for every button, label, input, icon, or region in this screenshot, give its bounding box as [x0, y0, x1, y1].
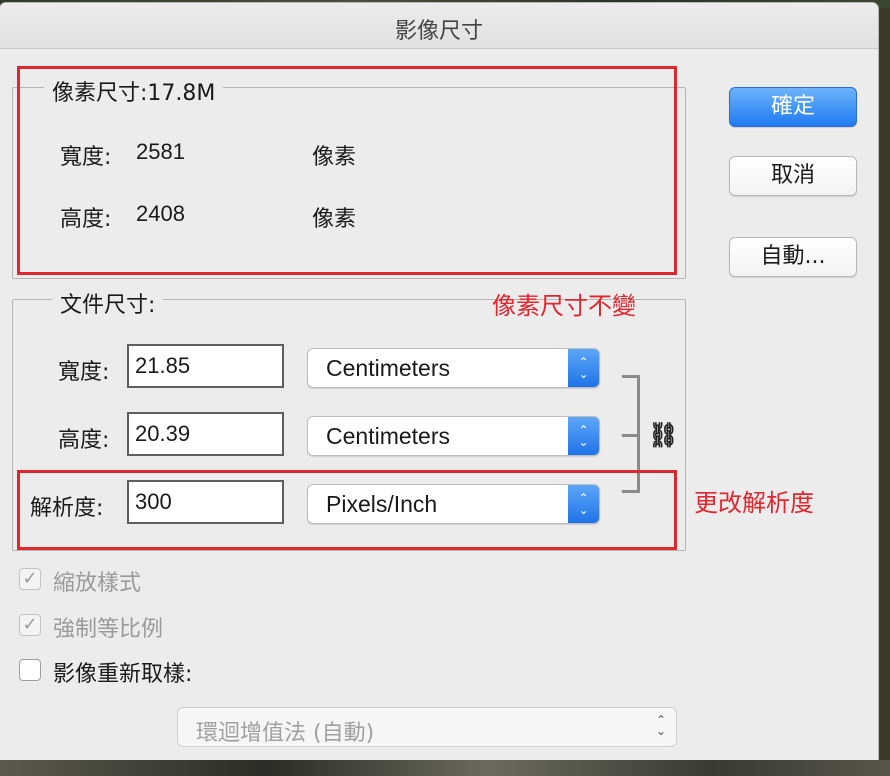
chain-link-icon: ⛓ — [648, 420, 679, 450]
background-photo-bottom — [0, 760, 890, 776]
scale-styles-label: 縮放樣式 — [53, 571, 142, 596]
resample-label: 影像重新取樣: — [53, 662, 193, 687]
doc-height-input[interactable]: 20.39 — [127, 412, 284, 456]
doc-height-unit-select[interactable]: Centimeters ⌃ ⌄ — [307, 416, 600, 456]
annotation-pixels-unchanged: 像素尺寸不變 — [492, 292, 636, 320]
doc-height-label: 高度: — [58, 428, 110, 453]
image-size-dialog: 影像尺寸 像素尺寸:17.8M 寬度: 2581 像素 高度: 2408 像素 … — [0, 3, 878, 761]
dialog-title: 影像尺寸 — [394, 19, 483, 44]
constrain-proportions-checkbox[interactable]: ✓ — [19, 614, 41, 636]
annotation-change-resolution: 更改解析度 — [694, 489, 814, 517]
ok-button[interactable]: 確定 — [729, 87, 857, 127]
link-tick-middle — [622, 434, 640, 437]
cancel-button[interactable]: 取消 — [729, 156, 857, 196]
constrain-proportions-label: 強制等比例 — [53, 617, 164, 642]
annotation-resolution-box — [17, 470, 677, 550]
auto-button[interactable]: 自動... — [729, 237, 857, 277]
doc-height-unit-value: Centimeters — [326, 423, 450, 449]
scale-styles-checkbox[interactable]: ✓ — [19, 568, 41, 590]
doc-width-unit-value: Centimeters — [326, 355, 450, 381]
title-bar[interactable]: 影像尺寸 — [0, 3, 878, 49]
chevron-updown-icon: ⌃ ⌄ — [655, 713, 666, 738]
resample-checkbox[interactable] — [19, 659, 41, 681]
doc-width-label: 寬度: — [58, 360, 110, 385]
chevron-updown-icon: ⌃ ⌄ — [568, 349, 599, 387]
doc-width-unit-select[interactable]: Centimeters ⌃ ⌄ — [307, 348, 600, 388]
doc-width-input[interactable]: 21.85 — [127, 344, 284, 388]
interpolation-value: 環迴增值法 (自動) — [196, 721, 375, 746]
document-size-legend: 文件尺寸: — [52, 287, 164, 319]
chevron-updown-icon: ⌃ ⌄ — [568, 417, 599, 455]
interpolation-select[interactable]: 環迴增值法 (自動) ⌃ ⌄ — [177, 707, 677, 747]
annotation-pixel-dimensions-box — [17, 66, 677, 275]
